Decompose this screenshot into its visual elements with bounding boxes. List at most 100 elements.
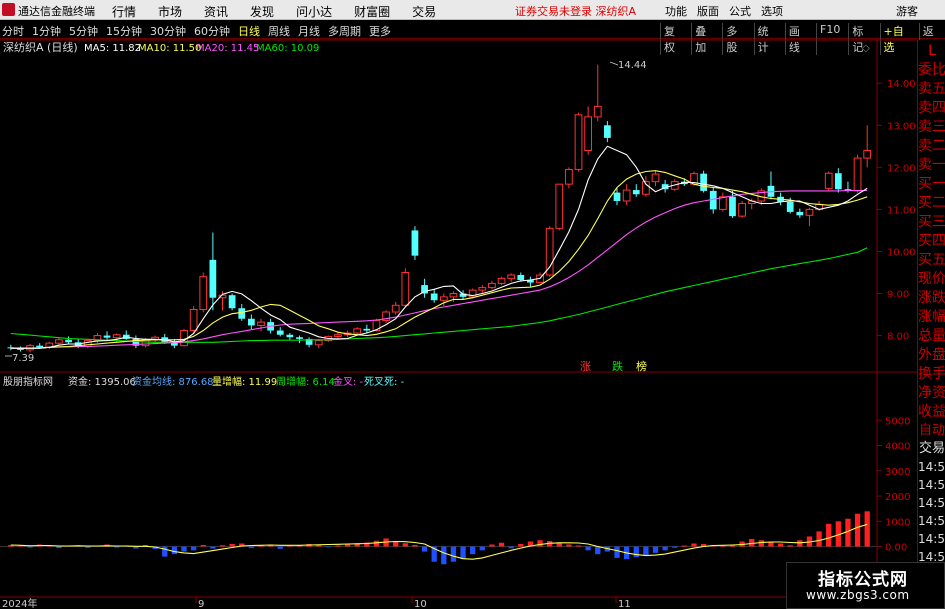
side-trade[interactable]: 交易: [918, 440, 945, 458]
candle-body-up: [622, 189, 631, 202]
side-item[interactable]: 涨幅: [918, 308, 945, 327]
candle-body-down: [286, 334, 294, 338]
candle-body-up: [863, 150, 872, 159]
candle-body-up: [853, 157, 862, 192]
candle-body-down: [411, 230, 419, 256]
candle-body-up: [738, 203, 746, 217]
ma60-label: MA60: 10.09: [256, 43, 319, 54]
side-time: 14:56: [918, 478, 945, 492]
candle-body-up: [314, 340, 323, 346]
indicator-tick-label: 4000: [885, 442, 910, 453]
candle-body-up: [391, 304, 400, 313]
x-label-nov: 11: [618, 599, 631, 609]
side-item[interactable]: 换手: [918, 365, 945, 384]
ma20-label: MA20: 11.45: [196, 43, 259, 54]
candle-body-up: [189, 308, 198, 332]
side-item[interactable]: 买四: [918, 232, 945, 251]
side-item[interactable]: 卖二: [918, 137, 945, 156]
indicator-tick-label: 5000: [885, 416, 910, 427]
expand-icon[interactable]: ◇: [862, 43, 870, 54]
capital-avg-label: 资金均线: 876.68: [132, 375, 214, 388]
candle-body-down: [613, 192, 621, 201]
death-cross-label: 死叉死: -: [364, 376, 405, 388]
capital-avg-line: [10, 523, 868, 560]
side-time: 14:56: [918, 460, 945, 474]
high-price-label: 14.44: [618, 60, 647, 71]
price-tick-label: 8.00: [887, 332, 909, 343]
side-item[interactable]: 卖三: [918, 118, 945, 137]
candle-body-down: [786, 201, 794, 212]
candle-body-up: [651, 173, 660, 183]
candle-body-down: [296, 337, 303, 339]
candle-body-up: [574, 114, 583, 170]
candle-body-down: [209, 259, 217, 298]
candle-body-up: [257, 321, 265, 326]
side-item[interactable]: 委比: [918, 61, 945, 80]
x-label-sep: 9: [198, 599, 204, 609]
candle-body-down: [65, 339, 72, 343]
side-item[interactable]: 卖一: [918, 156, 945, 175]
indicator-tick-label: 1000: [885, 517, 910, 528]
week-inc-label: 周增幅: 6.14: [276, 375, 335, 388]
side-item[interactable]: 买二: [918, 194, 945, 213]
marker-up: 涨: [580, 360, 591, 373]
candle-body-down: [247, 318, 255, 326]
candle-body-down: [632, 190, 640, 195]
golden-cross-label: 金叉: -: [333, 375, 364, 388]
side-item[interactable]: 现价: [918, 270, 945, 289]
indicator-name: 股朋指标网: [3, 375, 53, 388]
price-axis: 14.00 13.00 12.00 11.00 10.00 9.00 8.00: [877, 79, 916, 343]
side-item[interactable]: 买五: [918, 251, 945, 270]
candle-body-up: [353, 328, 362, 334]
candle-body-up: [497, 277, 506, 284]
x-label-oct: 10: [414, 599, 427, 609]
price-tick-label: 11.00: [887, 205, 916, 216]
candle-body-up: [478, 287, 487, 291]
ma-lines: [10, 145, 868, 349]
watermark-url: www.zbgs3.com: [806, 588, 910, 602]
watermark-title: 指标公式网: [818, 570, 908, 590]
side-item[interactable]: 买一: [918, 175, 945, 194]
ma5-line: [10, 145, 868, 349]
marker-rank: 榜: [636, 359, 647, 373]
indicator-panel: [0, 511, 877, 565]
indicator-tick-label: 2000: [885, 492, 910, 503]
side-time: 14:56: [918, 532, 945, 546]
side-item[interactable]: 卖五: [918, 80, 945, 99]
low-price-label: 7.39: [12, 353, 34, 364]
candle-body-up: [545, 227, 554, 276]
side-item[interactable]: 外盘: [918, 346, 945, 365]
candle-body-up: [718, 196, 727, 210]
price-tick-label: 14.00: [887, 79, 916, 90]
candle-body-down: [604, 125, 611, 138]
kline-chart[interactable]: 深纺织A (日线) MA5: 11.82 MA10: 11.50 MA20: 1…: [0, 0, 945, 609]
side-item[interactable]: 收益: [918, 403, 945, 422]
candle-body-up: [55, 339, 63, 344]
side-time: 14:56: [918, 496, 945, 510]
candle-body-up: [449, 293, 458, 298]
marker-down: 跌: [612, 359, 623, 373]
stock-name: 深纺织A (日线): [3, 40, 78, 54]
candle-body-down: [276, 330, 284, 335]
side-auto[interactable]: 自动: [918, 422, 945, 440]
side-item[interactable]: 净资: [918, 384, 945, 403]
candle-body-up: [199, 276, 208, 310]
side-item[interactable]: 买三: [918, 213, 945, 232]
ma60-line: [10, 247, 868, 343]
vol-inc-label: 量增幅: 11.99: [212, 375, 277, 388]
candle-body-down: [103, 335, 111, 338]
ma10-line: [10, 170, 868, 349]
candle-body-up: [805, 208, 814, 216]
side-item[interactable]: 卖四: [918, 99, 945, 118]
candle-body-up: [334, 334, 342, 337]
candle-body-up: [439, 296, 448, 301]
price-tick-label: 9.00: [887, 290, 909, 301]
candle-body-down: [700, 173, 707, 191]
candle-body-up: [112, 334, 121, 339]
side-item[interactable]: 总量: [918, 327, 945, 346]
side-item[interactable]: 涨跌: [918, 289, 945, 308]
candle-body-up: [824, 172, 833, 189]
candles: [7, 64, 872, 353]
candle-body-down: [517, 275, 525, 281]
side-top-label: L: [928, 43, 936, 59]
